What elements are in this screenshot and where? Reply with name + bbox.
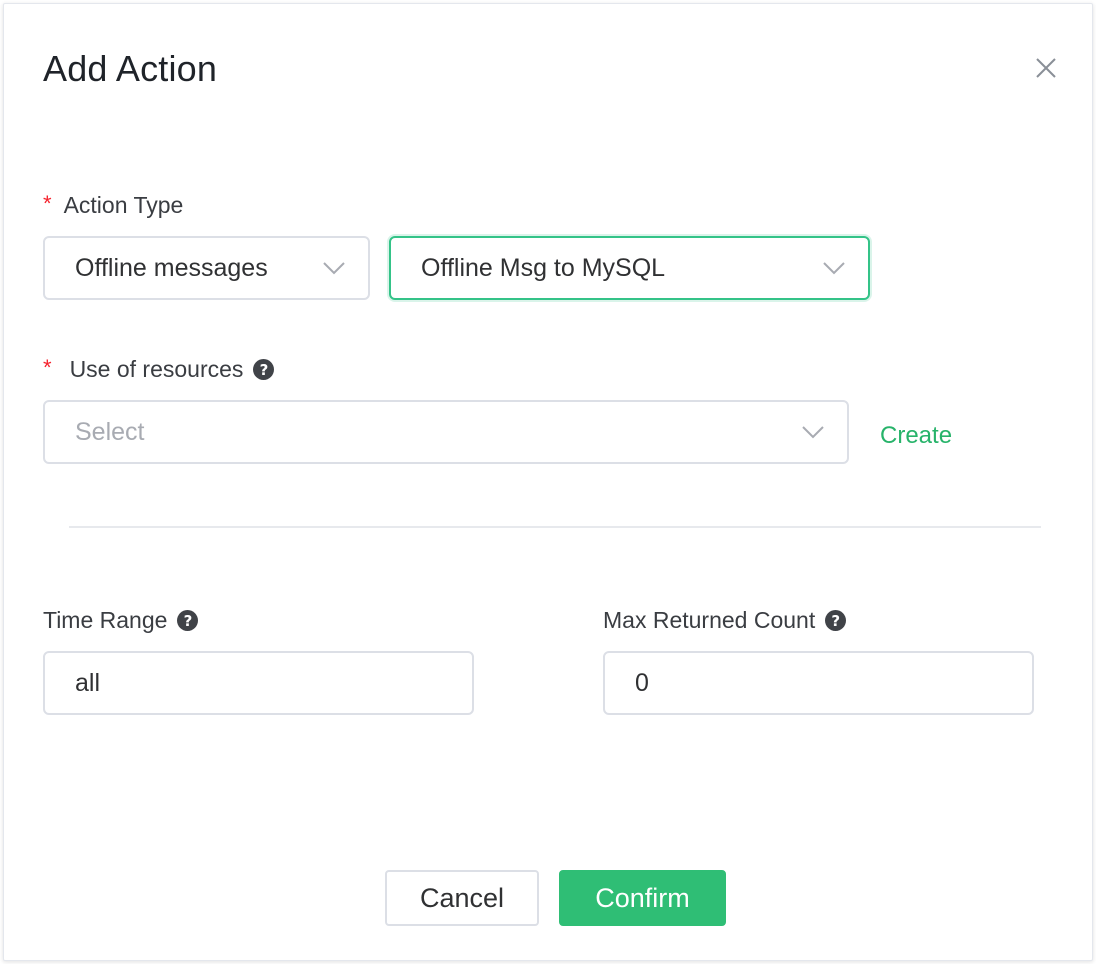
required-mark: * <box>43 190 52 216</box>
required-mark: * <box>43 354 52 380</box>
cancel-button[interactable]: Cancel <box>385 870 539 926</box>
max-count-value: 0 <box>635 668 649 697</box>
close-icon <box>1036 58 1056 78</box>
max-count-label: Max Returned Count <box>603 607 816 633</box>
action-type-value: Offline Msg to MySQL <box>421 253 666 282</box>
resources-label: Use of resources <box>69 356 244 382</box>
divider <box>69 526 1041 528</box>
close-button[interactable] <box>1032 54 1060 82</box>
time-range-input[interactable]: all <box>43 651 474 715</box>
action-category-select[interactable]: Offline messages <box>43 236 370 300</box>
chevron-down-icon <box>801 425 825 439</box>
max-count-label-row: Max Returned Count ? <box>603 607 847 634</box>
question-circle-icon[interactable]: ? <box>177 610 199 631</box>
question-circle-icon[interactable]: ? <box>253 359 275 380</box>
chevron-down-icon <box>822 261 846 275</box>
dialog-title: Add Action <box>43 48 218 89</box>
time-range-label: Time Range <box>43 607 168 633</box>
question-circle-icon[interactable]: ? <box>825 610 847 631</box>
confirm-button[interactable]: Confirm <box>559 870 726 926</box>
create-resource-link[interactable]: Create <box>880 422 952 450</box>
resources-select[interactable]: Select <box>43 400 849 464</box>
max-count-input[interactable]: 0 <box>603 651 1034 715</box>
add-action-dialog: Add Action * Action Type Offline message… <box>3 3 1093 961</box>
action-type-label-row: * Action Type <box>43 190 184 219</box>
time-range-label-row: Time Range ? <box>43 607 199 634</box>
chevron-down-icon <box>322 261 346 275</box>
action-type-select[interactable]: Offline Msg to MySQL <box>389 236 870 300</box>
time-range-value: all <box>75 668 101 697</box>
resources-label-row: * Use of resources ? <box>43 354 275 383</box>
action-type-label: Action Type <box>63 192 184 218</box>
resources-placeholder: Select <box>75 417 145 446</box>
